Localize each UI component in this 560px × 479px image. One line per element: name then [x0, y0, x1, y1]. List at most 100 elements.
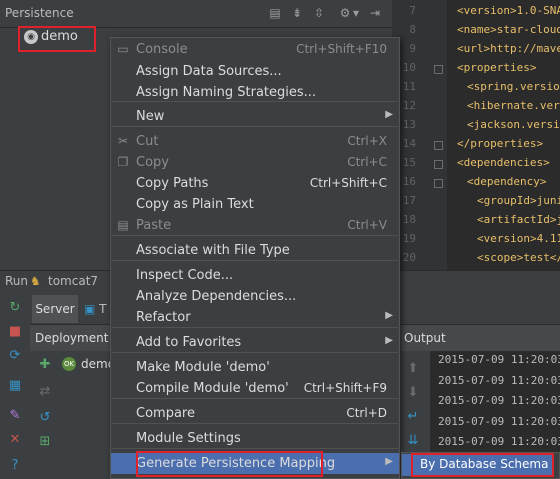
close-icon[interactable]: ✕: [7, 432, 23, 448]
editor-gutter: [392, 0, 447, 270]
scroll-down-icon[interactable]: ⬇: [405, 385, 421, 401]
menu-item-paste[interactable]: ▤ Paste Ctrl+V: [111, 215, 399, 236]
menu-item-new[interactable]: New ▶: [111, 106, 399, 127]
menu-item-add-to-favorites[interactable]: Add to Favorites ▶: [111, 332, 399, 353]
menu-item-copy-paths[interactable]: Copy Paths Ctrl+Shift+C: [111, 173, 399, 194]
menu-separator: [112, 423, 398, 424]
code-line[interactable]: <scope>test</: [477, 251, 560, 264]
hide-panel-icon[interactable]: ⇥: [368, 6, 382, 20]
scroll-up-icon[interactable]: ⬆: [405, 361, 421, 377]
code-line[interactable]: <jackson.versio: [467, 118, 560, 131]
menu-item-assign-naming-strategies[interactable]: Assign Naming Strategies...: [111, 82, 399, 103]
code-line[interactable]: <artifactId>j: [477, 213, 560, 226]
menu-item-associate-with-file-type[interactable]: Associate with File Type: [111, 240, 399, 261]
menu-item-label: Compare: [136, 406, 195, 421]
tree-item-demo[interactable]: demo: [41, 29, 78, 44]
help-icon[interactable]: ?: [7, 458, 23, 474]
collapse-all-icon[interactable]: ▤: [268, 6, 282, 20]
menu-item-console[interactable]: ▭ Console Ctrl+Shift+F10: [111, 39, 399, 60]
menu-item-module-settings[interactable]: Module Settings: [111, 428, 399, 449]
submenu-arrow-icon: ▶: [385, 456, 393, 467]
submenu-highlight-box: [411, 453, 554, 477]
update-icon[interactable]: ⟳: [7, 348, 23, 364]
menu-item-label: Assign Naming Strategies...: [136, 85, 317, 100]
menu-item-label: Assign Data Sources...: [136, 64, 282, 79]
structure-icon[interactable]: ⊞: [37, 434, 53, 450]
code-line[interactable]: <spring.version: [467, 80, 560, 93]
code-line[interactable]: <groupId>juni: [477, 194, 560, 207]
menu-item-compile-module-demo[interactable]: Compile Module 'demo' Ctrl+Shift+F9: [111, 378, 399, 399]
menu-item-label: New: [136, 109, 165, 124]
fold-marker-icon[interactable]: [434, 160, 443, 169]
menu-item-cut[interactable]: ✂ Cut Ctrl+X: [111, 131, 399, 152]
tab-t[interactable]: ▣ T: [84, 295, 107, 323]
move-icon[interactable]: ⇄: [37, 384, 53, 400]
code-line[interactable]: <version>4.11: [477, 232, 560, 245]
gear-dropdown-icon[interactable]: ▾: [352, 6, 360, 20]
menu-item-refactor[interactable]: Refactor ▶: [111, 307, 399, 328]
menu-item-shortcut: Ctrl+Shift+C: [309, 176, 387, 190]
code-line[interactable]: <url>http://maven: [457, 42, 560, 55]
log-line: 2015-07-09 11:20:03,: [438, 394, 560, 407]
rerun-icon[interactable]: ↻: [7, 300, 23, 316]
menu-item-make-module-demo[interactable]: Make Module 'demo': [111, 357, 399, 378]
menu-item-copy-as-plain-text[interactable]: Copy as Plain Text: [111, 194, 399, 215]
menu-item-inspect-code[interactable]: Inspect Code...: [111, 265, 399, 286]
code-line[interactable]: </properties>: [457, 137, 543, 150]
add-icon[interactable]: ✚: [37, 357, 53, 373]
menu-item-label: Refactor: [136, 310, 191, 325]
run-label: Run: [5, 274, 29, 288]
submenu-arrow-icon: ▶: [385, 335, 393, 346]
line-number: 8: [409, 23, 416, 36]
tomcat-icon: ♞: [30, 274, 41, 288]
menu-item-label: Paste: [136, 218, 172, 233]
menu-item-assign-data-sources[interactable]: Assign Data Sources...: [111, 61, 399, 82]
menu-item-shortcut: Ctrl+Shift+F9: [303, 381, 387, 395]
fold-marker-icon[interactable]: [434, 179, 443, 188]
log-line: 2015-07-09 11:20:03,: [438, 414, 560, 428]
menu-separator: [112, 398, 398, 399]
expand-icon[interactable]: ⇟: [290, 6, 304, 20]
console-tab-icon: ▣: [84, 302, 96, 316]
menu-item-label: Compile Module 'demo': [136, 381, 289, 396]
stop-icon[interactable]: ■: [7, 324, 23, 340]
menu-item-analyze-dependencies[interactable]: Analyze Dependencies...: [111, 286, 399, 307]
menu-item-shortcut: Ctrl+Shift+F10: [296, 42, 387, 56]
run-toolbar: ↻ ■ ⟳ ▦ ✎ ✕ ?: [0, 292, 31, 479]
paste-icon: ▤: [117, 218, 129, 232]
pin-icon[interactable]: ✎: [7, 408, 23, 424]
menu-item-label: Cut: [136, 134, 159, 149]
split-icon[interactable]: ⇳: [312, 6, 326, 20]
code-line[interactable]: <properties>: [457, 61, 536, 74]
ok-status-icon: OK: [62, 357, 76, 371]
code-line[interactable]: <dependencies>: [457, 156, 550, 169]
output-label: Output: [404, 331, 446, 345]
scissors-icon: ✂: [117, 134, 129, 148]
code-line[interactable]: <dependency>: [467, 175, 546, 188]
menu-item-shortcut: Ctrl+V: [347, 218, 387, 232]
tab-server[interactable]: Server: [32, 295, 78, 323]
code-line[interactable]: <version>1.0-SNAPSH: [457, 4, 560, 17]
menu-separator: [112, 327, 398, 328]
copy-icon: ❐: [117, 155, 129, 169]
gear-icon[interactable]: ⚙: [338, 6, 352, 20]
menu-item-label: Inspect Code...: [136, 268, 234, 283]
layout-icon[interactable]: ▦: [7, 378, 23, 394]
soft-wrap-icon[interactable]: ↵: [405, 409, 421, 425]
fold-marker-icon[interactable]: [434, 65, 443, 74]
submenu-arrow-icon: ▶: [385, 310, 393, 321]
log-line: 2015-07-09 11:20:03,0: [438, 353, 560, 366]
menu-item-copy[interactable]: ❐ Copy Ctrl+C: [111, 152, 399, 173]
menu-item-label: Analyze Dependencies...: [136, 289, 297, 304]
menu-item-label: Module Settings: [136, 431, 241, 446]
scroll-end-icon[interactable]: ⇊: [405, 433, 421, 449]
menu-item-compare[interactable]: Compare Ctrl+D: [111, 403, 399, 424]
console-icon: ▭: [117, 42, 129, 56]
code-line[interactable]: <name>star-cloud-: [457, 23, 560, 36]
menu-item-label: Copy Paths: [136, 176, 209, 191]
line-number: 7: [409, 4, 416, 17]
menu-item-label: Copy as Plain Text: [136, 197, 254, 212]
redeploy-icon[interactable]: ↺: [37, 410, 53, 426]
code-line[interactable]: <hibernate.vers: [467, 99, 560, 112]
fold-marker-icon[interactable]: [434, 141, 443, 150]
